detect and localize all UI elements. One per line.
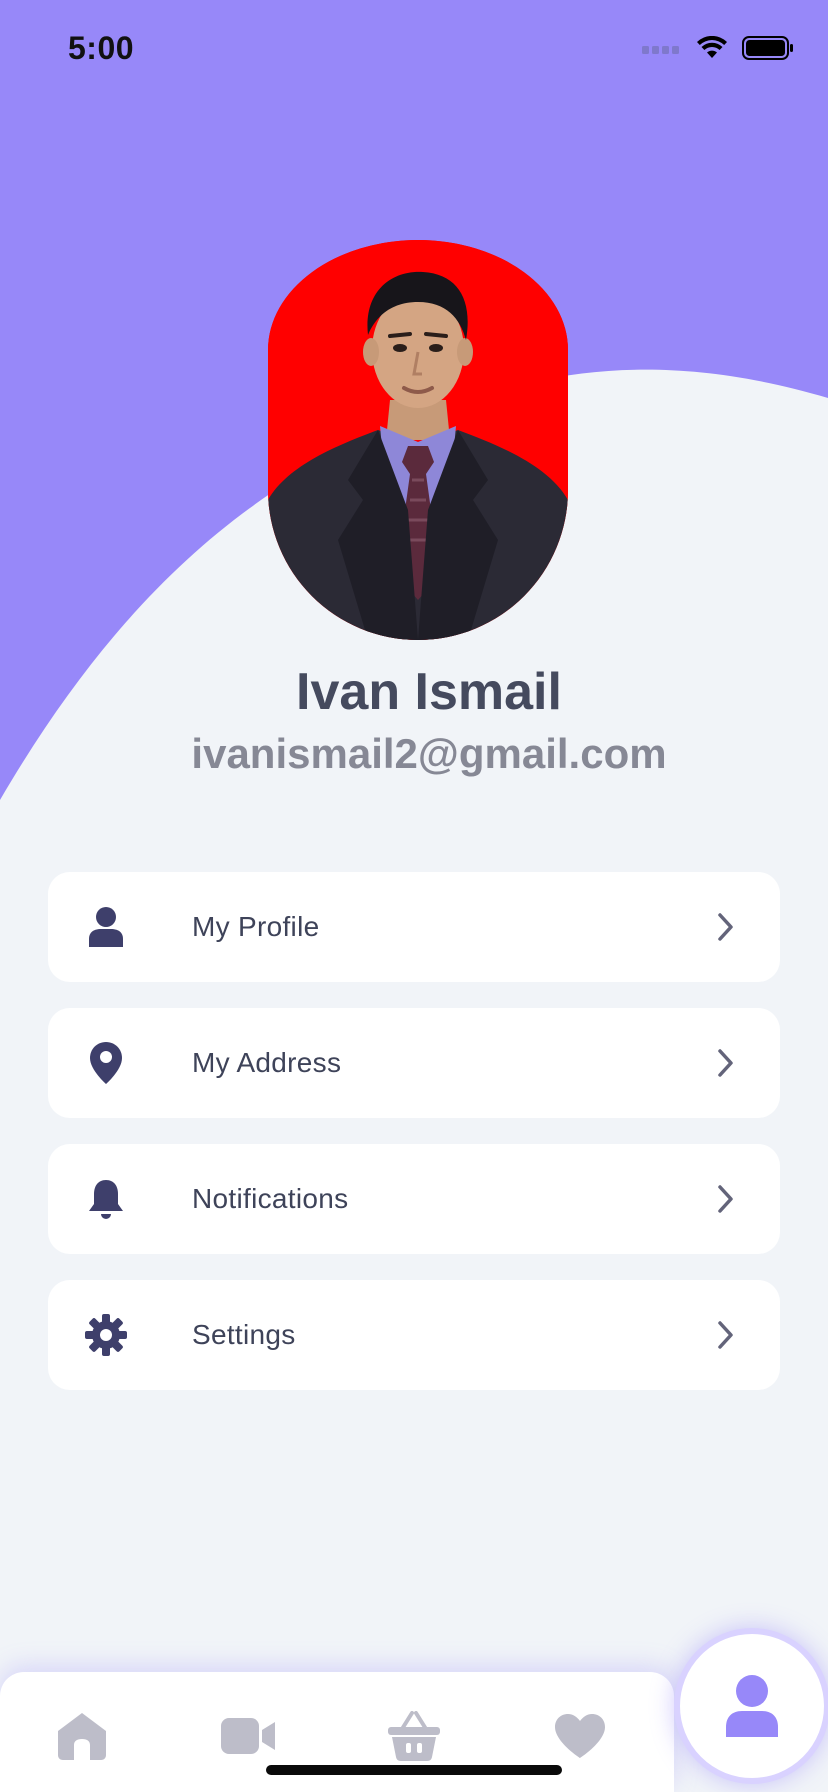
user-icon xyxy=(84,905,128,949)
wifi-icon xyxy=(697,36,727,58)
status-bar: 5:00 xyxy=(0,0,828,100)
heart-icon[interactable] xyxy=(550,1706,610,1766)
menu-label: Settings xyxy=(192,1319,296,1350)
menu-item-settings[interactable]: Settings xyxy=(48,1280,780,1390)
menu-label: My Address xyxy=(192,1047,342,1078)
profile-nav-button[interactable] xyxy=(674,1628,828,1784)
profile-email: ivanismail2@gmail.com xyxy=(191,730,667,777)
chevron-right-icon xyxy=(718,1185,733,1213)
bell-icon xyxy=(84,1177,128,1221)
home-indicator xyxy=(266,1765,562,1775)
profile-avatar[interactable] xyxy=(268,240,568,640)
location-pin-icon xyxy=(84,1041,128,1085)
status-icons xyxy=(642,36,794,60)
basket-icon[interactable] xyxy=(384,1706,444,1766)
menu-label: My Profile xyxy=(192,911,320,942)
menu-item-my-address[interactable]: My Address xyxy=(48,1008,780,1118)
profile-menu: My Profile My Address Notifications Sett… xyxy=(48,872,780,1416)
profile-photo xyxy=(268,240,568,640)
chevron-right-icon xyxy=(718,1321,733,1349)
menu-item-my-profile[interactable]: My Profile xyxy=(48,872,780,982)
chevron-right-icon xyxy=(718,1049,733,1077)
status-time: 5:00 xyxy=(68,30,135,66)
cellular-signal-icon xyxy=(642,46,679,54)
video-icon[interactable] xyxy=(218,1706,278,1766)
battery-icon xyxy=(742,36,793,60)
home-icon[interactable] xyxy=(52,1706,112,1766)
gear-icon xyxy=(84,1313,128,1357)
profile-icon xyxy=(726,1675,778,1737)
profile-name: Ivan Ismail xyxy=(296,663,562,721)
menu-item-notifications[interactable]: Notifications xyxy=(48,1144,780,1254)
menu-label: Notifications xyxy=(192,1183,349,1214)
chevron-right-icon xyxy=(718,913,733,941)
